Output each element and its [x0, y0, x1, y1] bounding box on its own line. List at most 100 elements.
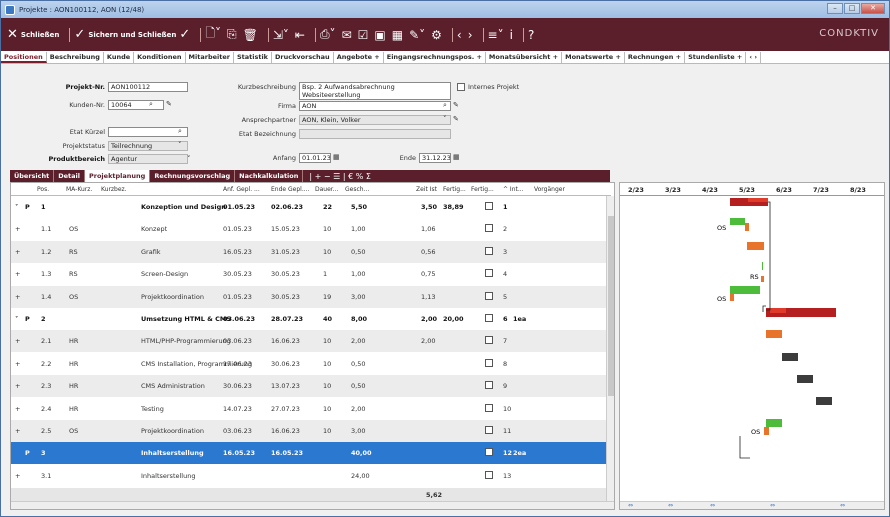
fertig-checkbox[interactable]	[485, 224, 493, 233]
gantt-bar-1-3-remaining[interactable]	[761, 276, 764, 282]
subtab-detail[interactable]: Detail	[54, 170, 85, 182]
table-row[interactable]: +1.1 OS Konzept 01.05.23 15.05.23 10 1,00 1,06 2	[11, 218, 608, 240]
table-row[interactable]: +3.1 Inhaltserstellung 24,00 13	[11, 465, 608, 487]
table-row[interactable]: +2.4 HR Testing 14.07.23 27.07.23 10 2,00 10	[11, 398, 608, 420]
col-int[interactable]: ^ Int...	[503, 186, 524, 193]
kurzbeschreibung-textarea[interactable]: Bsp. 2 Aufwandsabrechnung Websiteerstell…	[299, 82, 451, 100]
etat-kuerzel-input[interactable]	[108, 127, 188, 137]
tab-druckvorschau[interactable]: Druckvorschau	[272, 51, 334, 63]
gantt-bar-2-5[interactable]	[766, 419, 782, 427]
table-row[interactable]: +2.1 HR HTML/PHP-Programmierung 03.06.23 16.…	[11, 330, 608, 353]
delete-icon[interactable]: 🗑	[243, 28, 258, 42]
gantt-bar-2-1[interactable]	[766, 330, 782, 338]
tab-angebote[interactable]: Angebote +	[334, 51, 384, 63]
menu-icon[interactable]: ≡˅	[488, 28, 504, 42]
next-icon[interactable]: ›	[468, 28, 473, 42]
table-row[interactable]: +2.3 HR CMS Administration 30.06.23 13.07.23…	[11, 375, 608, 398]
projektstatus-select[interactable]: Teilrechnung	[108, 141, 188, 151]
projekt-nr-input[interactable]: AON100112	[108, 82, 188, 92]
close-window-button[interactable]: ✕	[861, 3, 885, 14]
mail-icon[interactable]: ✉	[342, 28, 352, 42]
ende-date-input[interactable]: 31.12.23	[419, 153, 451, 163]
previous-icon[interactable]: ‹	[457, 28, 462, 42]
table-row[interactable]: P 3 Inhaltserstellung 16.05.23 16.05.23 40,00…	[11, 442, 608, 465]
col-fertig-2[interactable]: Fertig...	[471, 186, 494, 193]
edit-pencil-icon[interactable]: ✎	[453, 115, 459, 123]
horizontal-scrollbar[interactable]	[11, 501, 614, 509]
tab-scroll-arrows[interactable]: ‹ ›	[746, 51, 762, 63]
tab-konditionen[interactable]: Konditionen	[134, 51, 186, 63]
gantt-scroll-icon[interactable]: ⇔	[840, 502, 845, 509]
copy-icon[interactable]: ⎘	[227, 27, 237, 42]
gantt-scroll-icon[interactable]: ⇔	[710, 502, 715, 509]
import-icon[interactable]: ⇤	[295, 28, 305, 42]
gantt-bar-1-1-remaining[interactable]	[745, 223, 749, 231]
gantt-bar-2-5-remaining[interactable]	[764, 427, 769, 435]
search-icon[interactable]: ⌕	[149, 100, 153, 109]
vertical-scrollbar[interactable]	[606, 196, 614, 502]
gantt-bar-1-4-remaining[interactable]	[730, 294, 734, 301]
col-pos[interactable]: Pos.	[37, 186, 49, 193]
gantt-bar-summary-1-progress[interactable]	[748, 198, 768, 202]
fertig-checkbox[interactable]	[485, 426, 493, 434]
tab-beschreibung[interactable]: Beschreibung	[47, 51, 104, 63]
table-row[interactable]: ˅ P 1 Konzeption und Design 01.05.23 02.06.23…	[11, 196, 608, 218]
subtab-uebersicht[interactable]: Übersicht	[10, 170, 55, 182]
scrollbar-thumb[interactable]	[608, 216, 614, 396]
export-icon[interactable]: ⇲˅	[273, 28, 289, 42]
settings-icon[interactable]: ⚙	[431, 28, 442, 42]
fertig-checkbox[interactable]	[485, 202, 493, 210]
fertig-checkbox[interactable]	[485, 336, 493, 345]
col-kurzbez[interactable]: Kurzbez.	[101, 186, 127, 193]
col-dauer[interactable]: Dauer...	[315, 186, 338, 193]
close-button[interactable]: ✕ Schließen	[7, 27, 59, 42]
search-icon[interactable]: ⌕	[443, 101, 447, 110]
info-icon[interactable]: i	[510, 28, 513, 42]
fertig-checkbox[interactable]	[485, 448, 493, 457]
save-close-button[interactable]: ✓ Sichern und Schließen ✓	[74, 27, 190, 42]
gantt-bar-2-4[interactable]	[816, 397, 832, 405]
task-icon[interactable]: ☑	[358, 28, 369, 42]
tab-monatswerte[interactable]: Monatswerte +	[562, 51, 625, 63]
kunden-nr-input[interactable]: 10064	[108, 100, 164, 110]
gantt-scroll-icon[interactable]: ⇔	[628, 502, 633, 509]
table-row[interactable]: +1.2 RS Grafik 16.05.23 31.05.23 10 0,50 0,56 3	[11, 240, 608, 263]
anfang-date-input[interactable]: 01.01.23	[299, 153, 331, 163]
table-row[interactable]: ˅ P 2 Umsetzung HTML & CMS 03.06.23 28.07.23 4…	[11, 308, 608, 330]
help-icon[interactable]: ?	[528, 28, 534, 42]
col-fertig-1[interactable]: Fertig...	[443, 186, 466, 193]
subtab-projektplanung[interactable]: Projektplanung	[85, 170, 151, 182]
fertig-checkbox[interactable]	[485, 246, 493, 255]
fertig-checkbox[interactable]	[485, 314, 493, 322]
gantt-scroll-icon[interactable]: ⇔	[668, 502, 673, 509]
gantt-scroll-icon[interactable]: ⇔	[770, 502, 775, 509]
table-row[interactable]: +2.5 OS Projektkoordination 03.06.23 16.06.2…	[11, 420, 608, 442]
fertig-checkbox[interactable]	[485, 470, 493, 479]
fertig-checkbox[interactable]	[485, 269, 493, 278]
edit-pencil-icon[interactable]: ✎	[453, 101, 459, 109]
gantt-bar-1-1[interactable]	[730, 218, 745, 225]
tab-kunde[interactable]: Kunde	[104, 51, 135, 63]
maximize-button[interactable]: □	[844, 3, 860, 14]
tab-statistik[interactable]: Statistik	[234, 51, 272, 63]
tab-eingangsrechnungspos[interactable]: Eingangsrechnungspos. +	[384, 51, 486, 63]
tab-monatsuebersicht[interactable]: Monatsübersicht +	[486, 51, 563, 63]
col-ma-kurz[interactable]: MA-Kurz.	[66, 186, 92, 193]
ansprechpartner-select[interactable]: AON, Klein, Volker	[299, 115, 451, 125]
internes-projekt-checkbox[interactable]	[457, 83, 465, 91]
col-vorgaenger[interactable]: Vorgänger	[534, 186, 565, 193]
calendar-icon[interactable]: ▦	[392, 28, 403, 42]
col-gesch[interactable]: Gesch...	[345, 186, 369, 193]
fertig-checkbox[interactable]	[485, 403, 493, 412]
print-icon[interactable]: ⎙˅	[320, 27, 336, 42]
tab-mitarbeiter[interactable]: Mitarbeiter	[186, 51, 234, 63]
tab-positionen[interactable]: Positionen	[1, 51, 47, 63]
image-icon[interactable]: ▣	[374, 28, 385, 42]
firma-input[interactable]: AON	[299, 101, 451, 111]
gantt-bar-1-3[interactable]	[762, 262, 763, 270]
fertig-checkbox[interactable]	[485, 291, 493, 300]
tab-rechnungen[interactable]: Rechnungen +	[625, 51, 686, 63]
table-row[interactable]: +1.3 RS Screen-Design 30.05.23 30.05.23 1 1,00…	[11, 263, 608, 285]
subtab-tools[interactable]: | + − ☰ | € % Σ	[309, 172, 371, 181]
table-row[interactable]: +2.2 HR CMS Installation, Programmierung 17…	[11, 353, 608, 375]
